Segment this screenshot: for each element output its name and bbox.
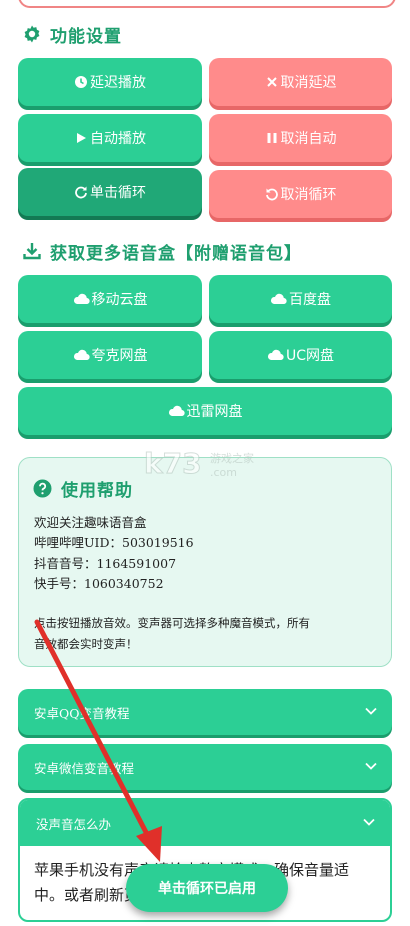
help-desc-2: 音效都会实时变声！ bbox=[34, 637, 138, 651]
cloud-icon bbox=[270, 293, 287, 305]
chevron-down-icon bbox=[363, 818, 375, 826]
auto-play-button[interactable]: 自动播放 bbox=[18, 114, 202, 162]
previous-panel-edge bbox=[18, 0, 396, 8]
accordion-qq[interactable]: 安卓QQ变音教程 bbox=[18, 689, 392, 735]
undo-icon bbox=[265, 188, 278, 201]
help-panel: 使用帮助 欢迎关注趣味语音盒 哔哩哔哩UID：503019516 抖音音号：11… bbox=[18, 457, 392, 667]
download-icon bbox=[23, 243, 41, 260]
pause-icon bbox=[267, 133, 276, 143]
accordion-wechat[interactable]: 安卓微信变音教程 bbox=[18, 744, 392, 790]
svg-text:k73: k73 bbox=[144, 447, 202, 480]
xunlei-pan-label: 迅雷网盘 bbox=[186, 404, 243, 420]
clock-icon bbox=[75, 76, 87, 88]
redo-icon bbox=[75, 186, 87, 199]
help-bilibili: 哔哩哔哩UID：503019516 bbox=[34, 535, 194, 550]
k73-watermark-logo: k73 游戏之家 .com bbox=[144, 447, 254, 481]
cloud-icon bbox=[267, 349, 284, 361]
auto-play-label: 自动播放 bbox=[90, 131, 146, 147]
loop-enabled-toast: 单击循环已启用 bbox=[126, 864, 288, 912]
cancel-auto-label: 取消自动 bbox=[280, 131, 337, 147]
play-icon bbox=[77, 133, 86, 143]
delay-play-button[interactable]: 延迟播放 bbox=[18, 58, 202, 106]
delay-play-label: 延迟播放 bbox=[90, 75, 146, 91]
help-title-label: 使用帮助 bbox=[61, 481, 133, 501]
xunlei-pan-button[interactable]: 迅雷网盘 bbox=[18, 387, 392, 435]
accordion-wechat-label: 安卓微信变音教程 bbox=[34, 760, 135, 776]
cancel-delay-label: 取消延迟 bbox=[280, 75, 337, 91]
question-icon bbox=[33, 479, 52, 498]
single-loop-button[interactable]: 单击循环 bbox=[18, 168, 202, 216]
baidu-pan-button[interactable]: 百度盘 bbox=[209, 275, 392, 323]
help-desc-1: 点击按钮播放音效。变声器可选择多种魔音模式，所有 bbox=[34, 616, 310, 630]
accordion-qq-label: 安卓QQ变音教程 bbox=[34, 705, 130, 721]
cancel-delay-button[interactable]: 取消延迟 bbox=[209, 58, 392, 106]
mobile-cloud-button[interactable]: 移动云盘 bbox=[18, 275, 202, 323]
help-title: 使用帮助 bbox=[33, 476, 133, 501]
gear-icon bbox=[24, 25, 40, 43]
close-icon bbox=[266, 77, 277, 87]
get-more-title: 获取更多语音盒【附赠语音包】 bbox=[22, 238, 302, 264]
baidu-pan-label: 百度盘 bbox=[289, 292, 331, 308]
mobile-cloud-label: 移动云盘 bbox=[91, 292, 148, 308]
chevron-down-icon bbox=[365, 707, 377, 715]
svg-text:游戏之家: 游戏之家 bbox=[210, 451, 254, 465]
help-welcome: 欢迎关注趣味语音盒 bbox=[34, 515, 147, 530]
uc-pan-label: UC网盘 bbox=[285, 348, 335, 364]
svg-text:.com: .com bbox=[210, 466, 237, 479]
accordion-no-sound-header[interactable]: 没声音怎么办 bbox=[20, 800, 390, 846]
function-settings-label: 功能设置 bbox=[50, 26, 122, 47]
cancel-auto-button[interactable]: 取消自动 bbox=[209, 114, 392, 162]
uc-pan-button[interactable]: UC网盘 bbox=[209, 331, 392, 379]
accordion-no-sound-label: 没声音怎么办 bbox=[36, 816, 112, 832]
quark-pan-button[interactable]: 夸克网盘 bbox=[18, 331, 202, 379]
function-settings-title: 功能设置 bbox=[22, 21, 122, 47]
cloud-icon bbox=[168, 405, 185, 417]
help-kuaishou: 快手号：1060340752 bbox=[34, 576, 164, 591]
get-more-label: 获取更多语音盒【附赠语音包】 bbox=[50, 243, 302, 264]
single-loop-label: 单击循环 bbox=[90, 185, 146, 201]
chevron-down-icon bbox=[365, 762, 377, 770]
cloud-icon bbox=[73, 349, 90, 361]
cancel-loop-label: 取消循环 bbox=[280, 187, 337, 203]
cloud-icon bbox=[73, 293, 90, 305]
cancel-loop-button[interactable]: 取消循环 bbox=[209, 170, 392, 218]
help-douyin: 抖音音号：1164591007 bbox=[34, 556, 177, 571]
quark-pan-label: 夸克网盘 bbox=[91, 348, 148, 364]
